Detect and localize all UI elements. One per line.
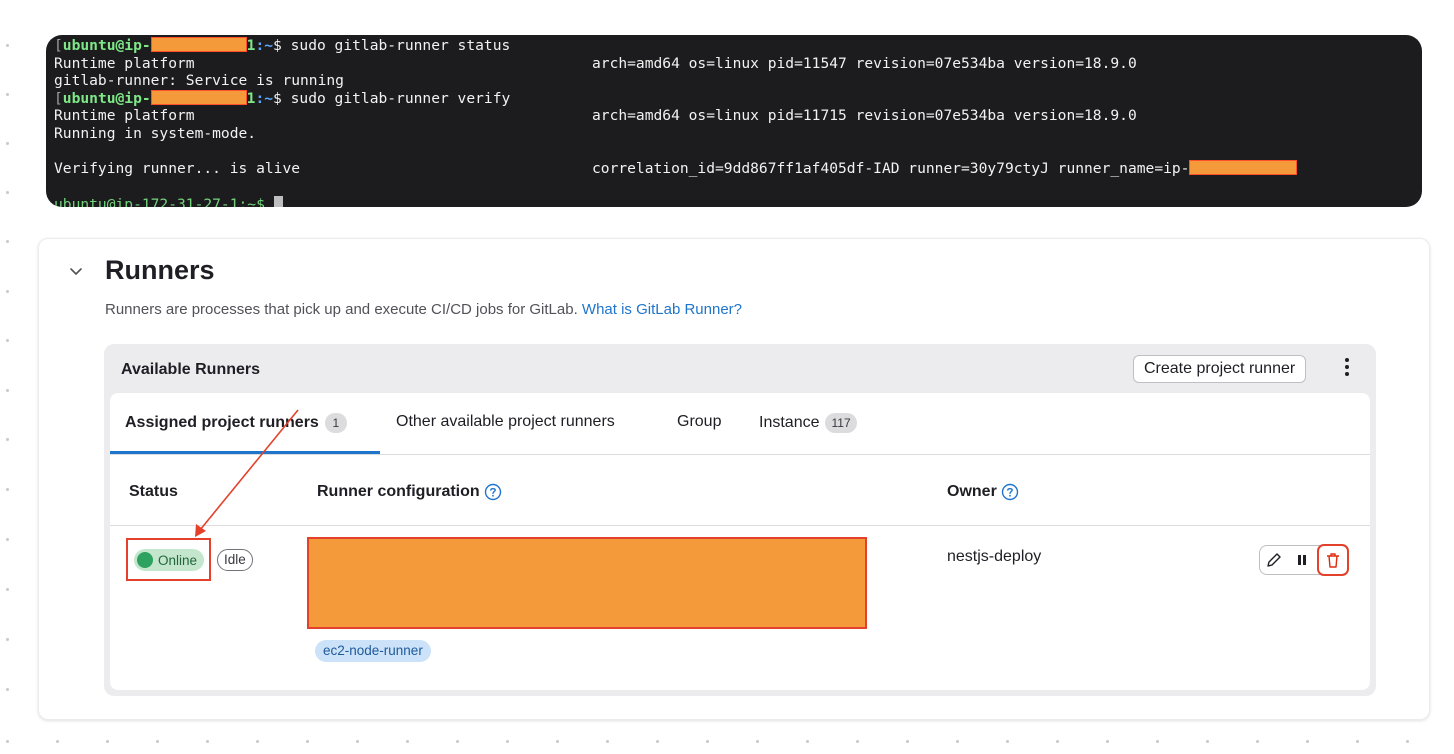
available-runners-panel: Available Runners Create project runner … (104, 344, 1376, 696)
row-actions-group (1259, 544, 1349, 576)
runners-section: Runners Runners are processes that pick … (38, 238, 1430, 720)
column-header-status: Status (129, 483, 178, 500)
redacted-runner-name (1189, 160, 1298, 176)
column-header-runner-configuration: Runner configuration (317, 483, 502, 501)
terminal-line: Runtime platform arch=amd64 os=linux pid=… (54, 107, 1137, 125)
idle-badge: Idle (217, 549, 253, 571)
chevron-down-icon[interactable] (66, 261, 86, 281)
runner-tabs: Assigned project runners 1 Other availabl… (110, 393, 1370, 455)
more-actions-icon[interactable] (1342, 358, 1352, 380)
pause-button[interactable] (1288, 546, 1316, 574)
create-project-runner-button[interactable]: Create project runner (1133, 355, 1307, 383)
terminal-line: Runtime platform arch=amd64 os=linux pid=… (54, 54, 1137, 72)
tab-count-badge: 1 (324, 413, 347, 433)
terminal-line: Running in system-mode. (54, 124, 257, 142)
active-tab-indicator (110, 451, 380, 454)
help-icon[interactable] (484, 483, 502, 501)
terminal-window[interactable]: [ubuntu@ip- 1:~$ sudo gitlab-runner statu… (46, 35, 1422, 207)
redacted-ip (150, 89, 247, 105)
terminal-line: Verifying runner... is alive correlation_… (54, 160, 1422, 178)
tab-count-badge: 117 (825, 413, 857, 433)
section-description: Runners are processes that pick up and e… (105, 301, 742, 318)
tab-instance[interactable]: Instance 117 (759, 413, 857, 433)
terminal-partial-prompt: ubuntu@ip-172-31-27-1:~$ (54, 196, 283, 207)
help-link[interactable]: What is GitLab Runner? (582, 301, 742, 318)
redacted-ip (150, 37, 247, 52)
redacted-runner-configuration (307, 537, 867, 629)
pencil-icon (1267, 553, 1281, 567)
tab-other-available-project-runners[interactable]: Other available project runners (396, 413, 615, 431)
delete-button[interactable] (1316, 544, 1349, 576)
terminal-line: [ubuntu@ip- 1:~$ sudo gitlab-runner verif… (54, 89, 511, 107)
pause-icon (1298, 555, 1307, 565)
column-header-owner: Owner (947, 483, 1019, 501)
panel-title: Available Runners (121, 361, 261, 378)
section-title: Runners (105, 255, 215, 285)
edit-button[interactable] (1260, 546, 1288, 574)
terminal-line: gitlab-runner: Service is running (54, 72, 344, 90)
tab-group[interactable]: Group (677, 413, 721, 431)
tab-assigned-project-runners[interactable]: Assigned project runners 1 (125, 413, 347, 433)
terminal-line: [ubuntu@ip- 1:~$ sudo gitlab-runner statu… (54, 37, 511, 54)
runners-table-container: Assigned project runners 1 Other availabl… (110, 393, 1370, 690)
runner-tag-badge[interactable]: ec2-node-runner (315, 640, 431, 662)
annotation-highlight-box (126, 538, 211, 581)
terminal-cursor (273, 196, 283, 207)
trash-icon (1326, 553, 1339, 568)
table-header: Status Runner configuration Owner (110, 455, 1370, 526)
owner-name[interactable]: nestjs-deploy (947, 548, 1041, 566)
help-icon[interactable] (1001, 483, 1019, 501)
